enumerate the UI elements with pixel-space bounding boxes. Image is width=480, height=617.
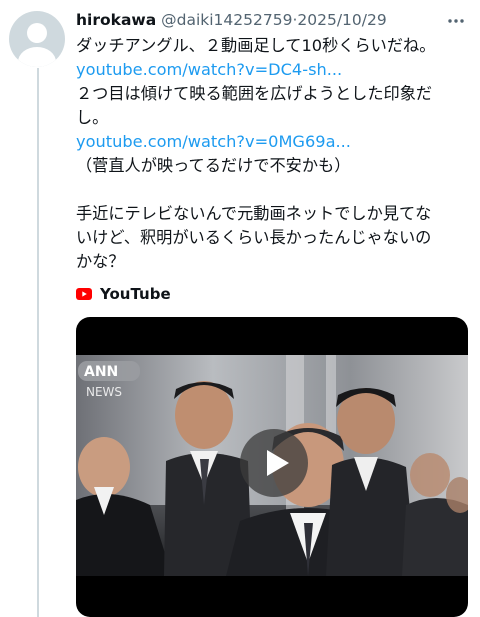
avatar-head-shape bbox=[27, 23, 47, 43]
tweet-text: ダッチアングル、２動画足して10秒くらいだね。 youtube.com/watc… bbox=[76, 34, 468, 274]
tweet-header: hirokawa @daiki14252759·2025/10/29 bbox=[76, 8, 468, 32]
youtube-link-1[interactable]: youtube.com/watch?v=DC4-sh... bbox=[76, 58, 468, 82]
news-logo-sub: NEWS bbox=[86, 385, 122, 399]
youtube-link-2[interactable]: youtube.com/watch?v=0MG69a... bbox=[76, 130, 468, 154]
youtube-icon bbox=[76, 288, 92, 300]
tweet-text-line: 手近にテレビないんで元動画ネットでしか見てな bbox=[76, 204, 432, 223]
card-source[interactable]: YouTube bbox=[76, 282, 171, 306]
thread-connector-line bbox=[37, 68, 39, 617]
tweet-text-line: し。 bbox=[76, 108, 109, 127]
card-source-label: YouTube bbox=[100, 285, 171, 303]
author-handle[interactable]: @daiki14252759 bbox=[161, 11, 292, 29]
tweet-date[interactable]: 2025/10/29 bbox=[297, 11, 386, 29]
tweet-text-line: いけど、釈明がいるくらい長かったんじゃないの bbox=[76, 228, 432, 247]
news-logo-text: ANN bbox=[84, 364, 118, 380]
tweet-text-line: かな？ bbox=[76, 252, 125, 271]
avatar[interactable] bbox=[9, 11, 65, 67]
author-name[interactable]: hirokawa bbox=[76, 11, 156, 29]
play-button[interactable] bbox=[240, 429, 308, 497]
tweet-text-line: ２つ目は傾けて映る範囲を広げようとした印象だ bbox=[76, 84, 433, 103]
tweet-text-line: （菅直人が映ってるだけで不安かも） bbox=[76, 156, 351, 175]
more-horizontal-icon[interactable] bbox=[446, 11, 466, 31]
play-icon bbox=[267, 450, 289, 476]
video-card[interactable]: ANN NEWS bbox=[76, 317, 468, 617]
tweet-text-line: ダッチアングル、２動画足して10秒くらいだね。 bbox=[76, 36, 436, 55]
avatar-body-shape bbox=[18, 47, 56, 67]
